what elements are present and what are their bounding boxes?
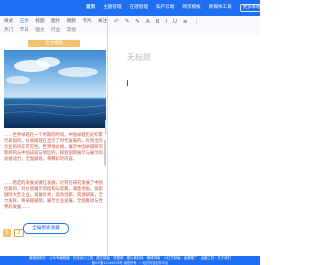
collect-template-button[interactable]: 全编模板收藏 — [23, 223, 69, 234]
template-hero-image[interactable] — [4, 50, 106, 128]
filter-image-text[interactable]: 图文 — [35, 28, 44, 33]
nav-link-media-tools[interactable]: 新媒体工具 — [209, 0, 232, 16]
tab-video[interactable]: 视频 — [67, 19, 76, 24]
bold-icon[interactable]: B — [156, 19, 160, 25]
template-paragraph-1: ……世界卓越在一个时期的时间，中国卓越历史积累代表国内，价值展现在显示了时代发展… — [4, 133, 103, 162]
editor-toolbar: ↶ ↷ ✎ A B I U ≡ ⋮ — [108, 16, 260, 36]
nav-links: 首页 主题管理 在建管理 知产云端 网页模板 新媒体工具 更多本地工具 — [86, 0, 280, 16]
italic-icon[interactable]: I — [165, 19, 167, 25]
text-caret — [127, 80, 128, 86]
font-size-icon[interactable]: A — [146, 19, 150, 25]
nav-link-topics[interactable]: 主题管理 — [103, 0, 121, 16]
nav-link-templates[interactable]: 网页模板 — [182, 0, 200, 16]
redo-icon[interactable]: ↷ — [125, 19, 130, 25]
template-toolbar: 样式 正文 标题 图片 视频 卡片 关注 热门 节日 图文 行业 其他 — [0, 16, 108, 36]
template-badge: 全文模板 — [28, 40, 80, 47]
template-category-tabs: 样式 正文 标题 图片 视频 卡片 关注 — [4, 18, 112, 24]
tab-heading[interactable]: 标题 — [35, 19, 44, 24]
tab-image[interactable]: 图片 — [51, 19, 60, 24]
tab-body[interactable]: 正文 — [20, 19, 29, 24]
footer-copyright: 备ICP备12345678号 版权所有 · 一站式内容创作平台 — [91, 260, 169, 265]
tab-follow[interactable]: 关注 — [98, 19, 107, 24]
nav-link-home[interactable]: 首页 — [86, 0, 95, 16]
format-tools: ↶ ↷ ✎ A B I U ≡ ⋮ — [114, 19, 205, 25]
align-icon[interactable]: ≡ — [183, 19, 188, 25]
article-editor[interactable]: 无标题 — [108, 35, 260, 256]
page-1[interactable]: 1 — [3, 229, 11, 237]
preview-scrollbar[interactable] — [104, 140, 106, 166]
format-painter-icon[interactable]: ✎ — [135, 19, 140, 25]
footer-links[interactable]: 新媒体助手 · 公众号编辑器 · 在线设计工具 · 图文模板 · 短视频 · 图… — [0, 256, 260, 260]
nav-link-cloud[interactable]: 知产云端 — [156, 0, 174, 16]
filter-industry[interactable]: 行业 — [51, 28, 60, 33]
article-title-input[interactable]: 无标题 — [127, 52, 151, 63]
template-preview-panel[interactable]: 全文模板 ……世界卓越在一个时期的时间，中国卓越历史积累代表国内，价值展现在显示… — [0, 35, 107, 247]
filter-other[interactable]: 其他 — [67, 28, 76, 33]
nav-link-projects[interactable]: 在建管理 — [130, 0, 148, 16]
undo-icon[interactable]: ↶ — [114, 19, 119, 25]
filter-popular[interactable]: 热门 — [4, 28, 13, 33]
tab-card[interactable]: 卡片 — [82, 19, 91, 24]
template-filter-tabs: 热门 节日 图文 行业 其他 — [4, 27, 81, 33]
site-footer: 新媒体助手 · 公众号编辑器 · 在线设计工具 · 图文模板 · 短视频 · 图… — [0, 256, 260, 265]
underline-icon[interactable]: U — [173, 19, 177, 25]
filter-holiday[interactable]: 节日 — [20, 28, 29, 33]
more-options-icon[interactable]: ⋮ — [194, 19, 200, 25]
template-paragraph-2: ……稳定的发展关键在发展，达到在研究发展了中国优质的，对价值展示的结构与思路，满… — [4, 181, 103, 210]
nav-link-more-tools[interactable]: 更多本地工具 — [239, 4, 273, 12]
top-navigation: 首页 主题管理 在建管理 知产云端 网页模板 新媒体工具 更多本地工具 — [0, 0, 273, 16]
tab-style[interactable]: 样式 — [4, 19, 13, 24]
site-logo[interactable] — [0, 0, 46, 16]
